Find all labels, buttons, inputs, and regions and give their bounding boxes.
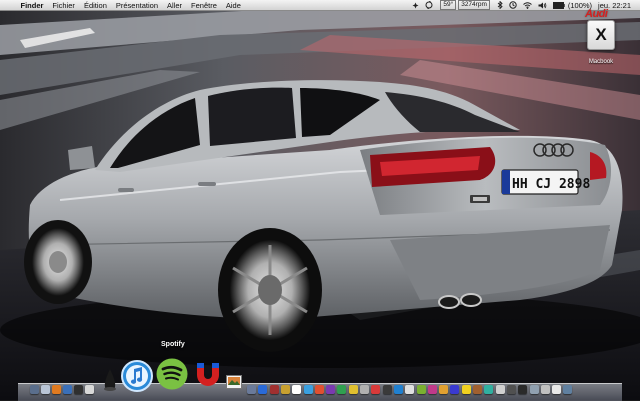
dock-app-icon[interactable]	[30, 385, 39, 394]
dock-app-icon[interactable]	[427, 385, 437, 394]
dock-app-icon[interactable]	[269, 385, 279, 394]
dock-app-icon[interactable]	[41, 385, 50, 394]
menu-aide[interactable]: Aide	[221, 0, 245, 11]
dock-app-icon[interactable]	[337, 385, 347, 394]
dock-app-icon[interactable]	[393, 385, 403, 394]
time-machine-icon[interactable]	[506, 1, 520, 9]
bluetooth-icon[interactable]	[494, 1, 506, 9]
menu-fenetre[interactable]: Fenêtre	[187, 0, 222, 11]
sync-status-icon[interactable]	[422, 1, 436, 9]
wifi-icon[interactable]	[520, 1, 535, 9]
dock-app-icon[interactable]	[518, 385, 528, 394]
volume-icon[interactable]	[535, 2, 550, 9]
dock-app-icon[interactable]	[450, 385, 460, 394]
preview-icon[interactable]	[226, 375, 242, 389]
dock-app-icon[interactable]	[326, 385, 336, 394]
dock-app-icon[interactable]	[247, 385, 256, 394]
dock-app-icon[interactable]	[280, 385, 290, 394]
dock-app-icon[interactable]	[85, 385, 94, 394]
menu-aller[interactable]: Aller	[163, 0, 187, 11]
dock-app-icon[interactable]	[382, 385, 392, 394]
desktop-icon-macbook[interactable]: X Macbook	[582, 20, 620, 65]
mac-os-x-drive-icon: X	[587, 20, 615, 50]
dock-app-icon[interactable]	[52, 385, 61, 394]
dock-app-icon[interactable]	[439, 385, 449, 394]
desktop-wallpaper: HH CJ 2898	[0, 0, 640, 400]
dock-app-icon[interactable]	[416, 385, 426, 394]
system-preferences-icon[interactable]	[101, 368, 119, 392]
menu-edition[interactable]: Édition	[79, 0, 111, 11]
dock-app-icon[interactable]	[303, 385, 313, 394]
spotify-icon[interactable]	[156, 358, 188, 390]
menu-presentation[interactable]: Présentation	[111, 0, 162, 11]
menu-finder[interactable]: Finder	[16, 0, 48, 11]
dock-app-icon[interactable]	[495, 385, 505, 394]
dock-app-icon[interactable]	[552, 385, 562, 394]
temperature-readout: 59°	[440, 0, 457, 10]
fan-speed-readout: 3274rpm	[458, 0, 490, 10]
brand-logo: Audi	[585, 8, 608, 20]
dock-app-icon[interactable]	[371, 385, 381, 394]
dock-app-icon[interactable]	[484, 385, 494, 394]
desktop-icon-label: Macbook	[588, 59, 614, 65]
license-plate-text: HH CJ 2898	[512, 177, 590, 192]
dock-app-icon[interactable]	[563, 385, 573, 394]
dock-app-icon[interactable]	[63, 385, 72, 394]
menu-fichier[interactable]: Fichier	[48, 0, 80, 11]
magnet-icon[interactable]	[193, 360, 223, 390]
dock-app-icon[interactable]	[473, 385, 482, 394]
dock-app-icon[interactable]	[292, 385, 302, 394]
dock-app-icon[interactable]	[314, 385, 324, 394]
dock-app-icon[interactable]	[360, 385, 369, 394]
dock-app-icon[interactable]	[506, 385, 516, 394]
temperature-status[interactable]: 59° 3274rpm	[436, 0, 494, 10]
dock-app-icon[interactable]	[348, 385, 358, 394]
dock-app-icon[interactable]	[258, 385, 268, 394]
dock-app-icon[interactable]	[74, 385, 83, 394]
spotlight-status-icon[interactable]	[409, 2, 422, 9]
dock-tooltip: Spotify	[161, 341, 185, 348]
dock-app-icon[interactable]	[461, 385, 471, 394]
itunes-icon[interactable]	[121, 360, 153, 392]
menu-bar: Finder Fichier Édition Présentation Alle…	[0, 0, 640, 11]
dock-app-icon[interactable]	[405, 385, 415, 394]
dock-app-icon[interactable]	[529, 385, 539, 394]
dock-app-icon[interactable]	[540, 385, 550, 394]
